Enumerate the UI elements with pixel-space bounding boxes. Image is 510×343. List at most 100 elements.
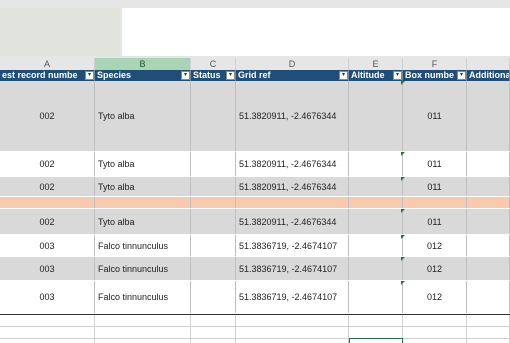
empty-cell[interactable]: [0, 315, 95, 326]
empty-cell[interactable]: [0, 339, 95, 343]
grid-ref-cell[interactable]: 51.3836719, -2.4674107: [236, 281, 349, 313]
status-cell[interactable]: [191, 197, 236, 208]
column-letter-b[interactable]: B: [95, 58, 191, 70]
empty-cell[interactable]: [467, 339, 510, 343]
filter-dropdown-icon[interactable]: ▾: [85, 71, 94, 80]
box-number-cell[interactable]: 012: [403, 281, 467, 313]
species-cell[interactable]: [95, 197, 191, 208]
header-cell[interactable]: Grid ref: [236, 70, 349, 81]
record-number-cell[interactable]: 003: [0, 281, 95, 313]
species-cell[interactable]: Tyto alba: [95, 209, 191, 234]
species-cell[interactable]: Tyto alba: [95, 177, 191, 196]
empty-cell[interactable]: [236, 339, 349, 343]
column-letter-a[interactable]: A: [0, 58, 95, 70]
comment-marker-icon[interactable]: [401, 209, 405, 213]
altitude-cell[interactable]: [349, 209, 403, 234]
record-number-cell[interactable]: [0, 197, 95, 208]
comment-marker-icon[interactable]: [401, 177, 405, 181]
comment-marker-icon[interactable]: [401, 81, 405, 85]
empty-cell[interactable]: [0, 327, 95, 338]
grid-ref-cell[interactable]: 51.3836719, -2.4674107: [236, 235, 349, 256]
empty-cell[interactable]: [95, 327, 191, 338]
additional-info-cell[interactable]: [467, 177, 510, 196]
column-letter-e[interactable]: E: [349, 58, 403, 70]
additional-info-cell[interactable]: [467, 81, 510, 151]
status-cell[interactable]: [191, 177, 236, 196]
grid-ref-cell[interactable]: 51.3836719, -2.4674107: [236, 257, 349, 280]
status-cell[interactable]: [191, 209, 236, 234]
column-letter-c[interactable]: C: [191, 58, 236, 70]
column-letter-d[interactable]: D: [236, 58, 349, 70]
filter-dropdown-icon[interactable]: ▾: [457, 71, 466, 80]
empty-cell[interactable]: [236, 327, 349, 338]
record-number-cell[interactable]: 003: [0, 257, 95, 280]
comment-marker-icon[interactable]: [401, 257, 405, 261]
box-number-cell[interactable]: [403, 197, 467, 208]
empty-cell[interactable]: [191, 327, 236, 338]
record-number-cell[interactable]: 002: [0, 81, 95, 151]
empty-cell[interactable]: [467, 327, 510, 338]
empty-cell[interactable]: [191, 315, 236, 326]
status-cell[interactable]: [191, 81, 236, 151]
comment-marker-icon[interactable]: [401, 152, 405, 156]
box-number-cell[interactable]: 012: [403, 257, 467, 280]
column-letter-g[interactable]: [467, 58, 510, 70]
additional-info-cell[interactable]: [467, 197, 510, 208]
grid-ref-cell[interactable]: 51.3820911, -2.4676344: [236, 81, 349, 151]
grid-ref-cell[interactable]: [236, 197, 349, 208]
additional-info-cell[interactable]: [467, 235, 510, 256]
filter-dropdown-icon[interactable]: ▾: [339, 71, 348, 80]
name-box[interactable]: [0, 8, 120, 56]
species-cell[interactable]: Falco tinnunculus: [95, 235, 191, 256]
status-cell[interactable]: [191, 152, 236, 176]
altitude-cell[interactable]: [349, 235, 403, 256]
empty-cell[interactable]: [403, 315, 467, 326]
record-number-cell[interactable]: 002: [0, 209, 95, 234]
empty-cell[interactable]: [95, 315, 191, 326]
empty-cell[interactable]: [403, 339, 467, 343]
altitude-cell[interactable]: [349, 197, 403, 208]
status-cell[interactable]: [191, 235, 236, 256]
additional-info-cell[interactable]: [467, 209, 510, 234]
species-cell[interactable]: Falco tinnunculus: [95, 257, 191, 280]
record-number-cell[interactable]: 003: [0, 235, 95, 256]
box-number-cell[interactable]: 011: [403, 152, 467, 176]
status-cell[interactable]: [191, 257, 236, 280]
filter-dropdown-icon[interactable]: ▾: [393, 71, 402, 80]
header-cell[interactable]: Additiona: [467, 70, 510, 81]
column-letter-f[interactable]: F: [403, 58, 467, 70]
additional-info-cell[interactable]: [467, 152, 510, 176]
altitude-cell[interactable]: [349, 177, 403, 196]
comment-marker-icon[interactable]: [401, 281, 405, 285]
record-number-cell[interactable]: 002: [0, 152, 95, 176]
filter-dropdown-icon[interactable]: ▾: [181, 71, 190, 80]
empty-cell[interactable]: [403, 327, 467, 338]
empty-cell[interactable]: [467, 315, 510, 326]
header-cell[interactable]: est record numbe: [0, 70, 95, 81]
status-cell[interactable]: [191, 281, 236, 313]
box-number-cell[interactable]: 011: [403, 81, 467, 151]
empty-cell[interactable]: [95, 339, 191, 343]
empty-cell[interactable]: [349, 327, 403, 338]
grid-ref-cell[interactable]: 51.3820911, -2.4676344: [236, 177, 349, 196]
comment-marker-icon[interactable]: [401, 235, 405, 239]
box-number-cell[interactable]: 012: [403, 235, 467, 256]
altitude-cell[interactable]: [349, 152, 403, 176]
record-number-cell[interactable]: 002: [0, 177, 95, 196]
species-cell[interactable]: Falco tinnunculus: [95, 281, 191, 313]
grid-ref-cell[interactable]: 51.3820911, -2.4676344: [236, 209, 349, 234]
additional-info-cell[interactable]: [467, 257, 510, 280]
grid-ref-cell[interactable]: 51.3820911, -2.4676344: [236, 152, 349, 176]
species-cell[interactable]: Tyto alba: [95, 81, 191, 151]
altitude-cell[interactable]: [349, 257, 403, 280]
filter-dropdown-icon[interactable]: ▾: [226, 71, 235, 80]
formula-input[interactable]: [122, 8, 510, 56]
species-cell[interactable]: Tyto alba: [95, 152, 191, 176]
box-number-cell[interactable]: 011: [403, 209, 467, 234]
box-number-cell[interactable]: 011: [403, 177, 467, 196]
selected-cell[interactable]: [349, 338, 403, 343]
header-cell[interactable]: Species: [95, 70, 191, 81]
additional-info-cell[interactable]: [467, 281, 510, 313]
altitude-cell[interactable]: [349, 81, 403, 151]
empty-cell[interactable]: [349, 315, 403, 326]
